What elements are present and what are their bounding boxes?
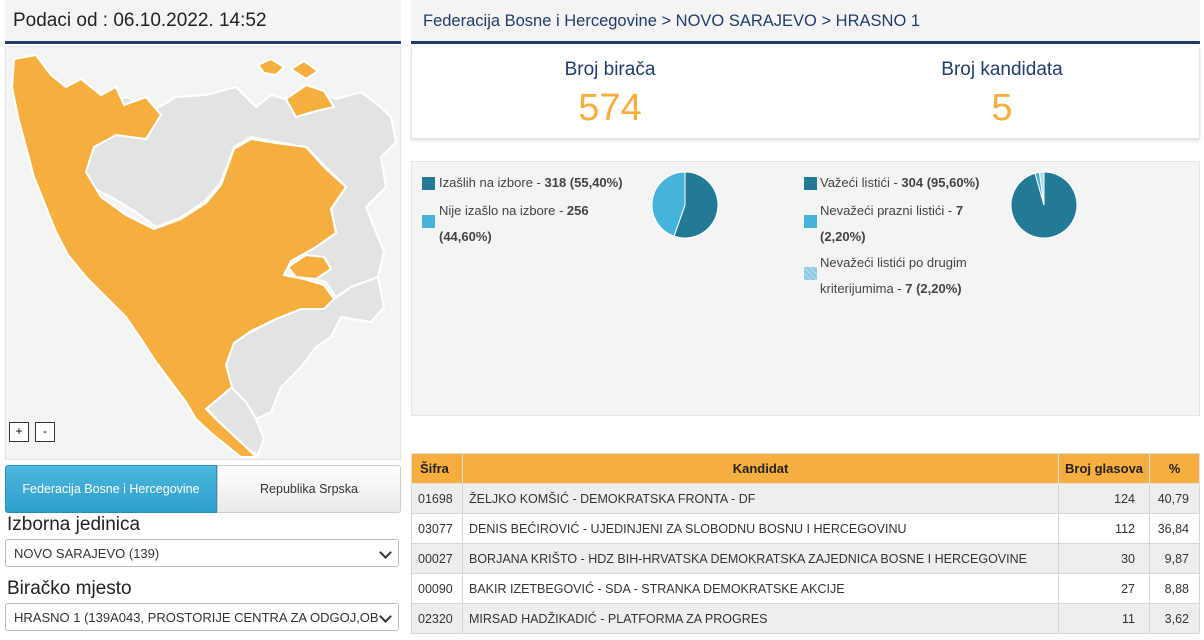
- turnout-no-legend: Nije izašlo na izbore - 256 (44,60%): [439, 198, 649, 250]
- table-row[interactable]: 02320 MIRSAD HADŽIKADIĆ - PLATFORMA ZA P…: [411, 603, 1201, 634]
- row-votes: 124: [1058, 483, 1150, 514]
- voters-count: Broj birača 574: [460, 59, 760, 130]
- candidates-value: 5: [991, 87, 1013, 129]
- chevron-down-icon: [379, 546, 392, 559]
- zoom-in-button[interactable]: +: [9, 422, 29, 442]
- election-results-page: Podaci od : 06.10.2022. 14:52 + - Federa…: [0, 0, 1204, 640]
- row-code: 03077: [411, 513, 463, 544]
- row-votes: 112: [1058, 513, 1150, 544]
- row-percent: 40,79: [1148, 483, 1201, 514]
- unit-label: Izborna jedinica: [7, 514, 141, 535]
- candidates-count: Broj kandidata 5: [852, 59, 1152, 130]
- unit-select[interactable]: NOVO SARAJEVO (139): [5, 539, 399, 567]
- candidates-label: Broj kandidata: [941, 59, 1063, 80]
- table-row[interactable]: 03077 DENIS BEĆIROVIĆ - UJEDINJENI ZA SL…: [411, 513, 1201, 544]
- col-header-percent[interactable]: %: [1148, 453, 1201, 484]
- station-select-value: HRASNO 1 (139A043, PROSTORIJE CENTRA ZA …: [14, 610, 379, 625]
- chevron-down-icon: [379, 610, 392, 623]
- row-code: 00090: [411, 573, 463, 604]
- turnout-no-label: Nije izašlo na izbore -: [439, 203, 567, 218]
- tab-republika-srpska[interactable]: Republika Srpska: [217, 465, 401, 513]
- other-invalid-value: 7 (2,20%): [905, 281, 962, 296]
- map-region-orasje[interactable]: [289, 59, 320, 81]
- row-candidate: DENIS BEĆIROVIĆ - UJEDINJENI ZA SLOBODNU…: [461, 513, 1060, 544]
- other-invalid-label-line2: kriterijumima -: [820, 281, 906, 296]
- valid-ballots-swatch: [804, 177, 817, 190]
- turnout-yes-swatch: [422, 177, 435, 190]
- turnout-pie-chart: [651, 171, 719, 239]
- row-percent: 3,62: [1148, 603, 1201, 634]
- entity-tabs: Federacija Bosne i Hercegovine Republika…: [5, 465, 401, 513]
- blank-ballots-legend: Nevažeći prazni listići - 7 (2,20%): [820, 198, 1020, 250]
- table-row[interactable]: 00027 BORJANA KRIŠTO - HDZ BIH-HRVATSKA …: [411, 543, 1201, 574]
- row-votes: 27: [1058, 573, 1150, 604]
- table-row[interactable]: 01698 ŽELJKO KOMŠIĆ - DEMOKRATSKA FRONTA…: [411, 483, 1201, 514]
- results-table: Šifra Kandidat Broj glasova % 01698 ŽELJ…: [411, 453, 1201, 634]
- row-candidate: ŽELJKO KOMŠIĆ - DEMOKRATSKA FRONTA - DF: [461, 483, 1060, 514]
- breadcrumb: Federacija Bosne i Hercegovine > NOVO SA…: [411, 0, 1200, 44]
- counts-panel: Broj birača 574 Broj kandidata 5: [411, 47, 1200, 139]
- stats-panel: Izašlih na izbore - 318 (55,40%) Nije iz…: [411, 161, 1200, 416]
- other-invalid-swatch: [804, 267, 817, 280]
- map-region-posavina[interactable]: [256, 57, 286, 77]
- right-panel: Federacija Bosne i Hercegovine > NOVO SA…: [411, 0, 1201, 634]
- blank-ballots-value: 7: [955, 203, 964, 218]
- row-candidate: MIRSAD HADŽIKADIĆ - PLATFORMA ZA PROGRES: [461, 603, 1060, 634]
- turnout-yes-value: 318 (55,40%): [544, 175, 623, 190]
- voters-label: Broj birača: [564, 59, 656, 80]
- col-header-candidate[interactable]: Kandidat: [461, 453, 1060, 484]
- blank-ballots-percent: (2,20%): [820, 229, 866, 244]
- tab-federacija[interactable]: Federacija Bosne i Hercegovine: [5, 465, 217, 513]
- map-svg[interactable]: [6, 47, 400, 459]
- row-percent: 9,87: [1148, 543, 1201, 574]
- col-header-code[interactable]: Šifra: [411, 453, 463, 484]
- blank-ballots-label: Nevažeći prazni listići -: [820, 203, 956, 218]
- turnout-no-swatch: [422, 215, 435, 228]
- station-select[interactable]: HRASNO 1 (139A043, PROSTORIJE CENTRA ZA …: [5, 603, 399, 631]
- row-percent: 8,88: [1148, 573, 1201, 604]
- other-invalid-legend: Nevažeći listići po drugim kriterijumima…: [820, 250, 1020, 302]
- ballots-pie-chart: [1010, 171, 1078, 239]
- row-candidate: BAKIR IZETBEGOVIĆ - SDA - STRANKA DEMOKR…: [461, 573, 1060, 604]
- turnout-no-value: 256: [566, 203, 589, 218]
- turnout-no-percent: (44,60%): [439, 229, 492, 244]
- row-percent: 36,84: [1148, 513, 1201, 544]
- table-row[interactable]: 00090 BAKIR IZETBEGOVIĆ - SDA - STRANKA …: [411, 573, 1201, 604]
- turnout-yes-legend: Izašlih na izbore - 318 (55,40%): [439, 170, 649, 196]
- breadcrumb-text: Federacija Bosne i Hercegovine > NOVO SA…: [423, 12, 921, 30]
- row-code: 01698: [411, 483, 463, 514]
- row-code: 02320: [411, 603, 463, 634]
- turnout-yes-label: Izašlih na izbore -: [439, 175, 545, 190]
- data-date-label: Podaci od : 06.10.2022. 14:52: [13, 10, 267, 31]
- valid-ballots-legend: Važeći listići - 304 (95,60%): [820, 170, 1020, 196]
- valid-ballots-value: 304 (95,60%): [901, 175, 980, 190]
- row-votes: 30: [1058, 543, 1150, 574]
- row-votes: 11: [1058, 603, 1150, 634]
- bih-map[interactable]: + -: [5, 46, 401, 460]
- station-label: Biračko mjesto: [7, 578, 132, 599]
- row-candidate: BORJANA KRIŠTO - HDZ BIH-HRVATSKA DEMOKR…: [461, 543, 1060, 574]
- row-code: 00027: [411, 543, 463, 574]
- data-date-bar: Podaci od : 06.10.2022. 14:52: [5, 0, 401, 44]
- zoom-out-button[interactable]: -: [35, 422, 55, 442]
- voters-value: 574: [578, 87, 642, 129]
- blank-ballots-swatch: [804, 215, 817, 228]
- other-invalid-label-line1: Nevažeći listići po drugim: [820, 255, 967, 270]
- left-panel: Podaci od : 06.10.2022. 14:52 + - Federa…: [5, 0, 401, 631]
- results-header-row: Šifra Kandidat Broj glasova %: [411, 453, 1201, 484]
- col-header-votes[interactable]: Broj glasova: [1058, 453, 1150, 484]
- unit-select-value: NOVO SARAJEVO (139): [14, 546, 160, 561]
- valid-ballots-label: Važeći listići -: [820, 175, 902, 190]
